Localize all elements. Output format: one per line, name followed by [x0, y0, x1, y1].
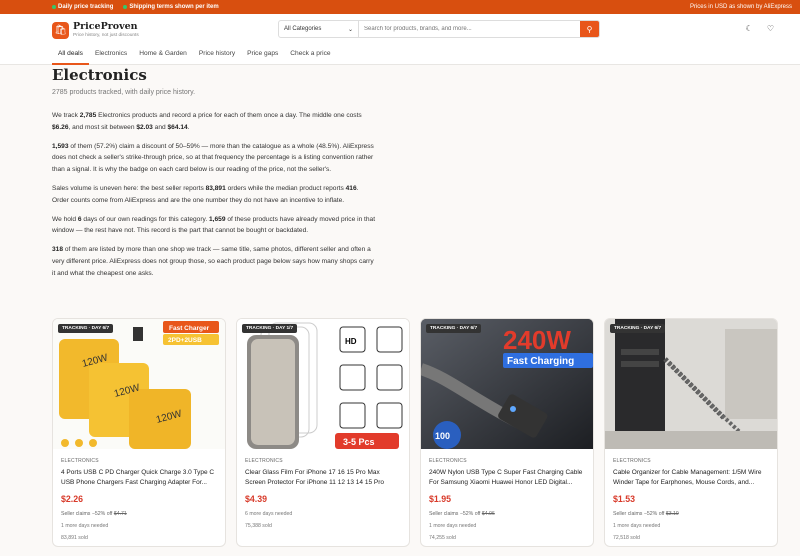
search-button[interactable]: ⚲ [580, 21, 599, 37]
search-bar: All Categories⌄ ⚲ [278, 20, 600, 38]
seller-claim: Seller claims −52% off $4.06 [429, 511, 495, 517]
main-nav: All deals Electronics Home & Garden Pric… [0, 46, 800, 65]
page-title: Electronics [52, 66, 147, 84]
category-summary: We track 2,785 Electronics products and … [52, 110, 377, 280]
svg-text:2PD+2USB: 2PD+2USB [168, 337, 202, 344]
heart-icon[interactable]: ♡ [767, 24, 774, 33]
summary-paragraph: 318 of them are listed by more than one … [52, 246, 374, 277]
product-card[interactable]: 240W Fast Charging 100 TRACKING · DAY 6/… [420, 318, 594, 547]
tracking-badge: TRACKING · DAY 6/7 [58, 324, 114, 333]
svg-text:100: 100 [435, 431, 450, 441]
nav-all-deals[interactable]: All deals [52, 46, 89, 65]
dark-mode-icon[interactable]: ☾ [746, 24, 753, 33]
product-grid: 120W 120W 120W Fast Charger 2PD+2USB TRA… [52, 318, 778, 547]
nav-home-garden[interactable]: Home & Garden [133, 46, 193, 65]
brand-name: PriceProven [73, 21, 138, 33]
shopping-bag-icon: 🛍 [52, 21, 69, 39]
product-title[interactable]: 4 Ports USB C PD Charger Quick Charge 3.… [61, 468, 217, 488]
topbar-currency-note: Prices in USD as shown by AliExpress [689, 4, 792, 10]
svg-text:Fast Charging: Fast Charging [507, 356, 574, 367]
summary-paragraph: We hold 6 days of our own readings for t… [52, 215, 376, 235]
product-title[interactable]: Cable Organizer for Cable Management: 1/… [613, 468, 769, 488]
product-card[interactable]: 120W 120W 120W Fast Charger 2PD+2USB TRA… [52, 318, 226, 547]
product-price: $1.95 [429, 494, 452, 504]
svg-text:HD: HD [345, 337, 357, 346]
category-select[interactable]: All Categories ⌄ [279, 21, 359, 37]
tracking-badge: TRACKING · DAY 1/7 [242, 324, 298, 333]
seller-claim: Seller claims −52% off $3.19 [613, 511, 679, 517]
svg-text:Fast Charger: Fast Charger [169, 325, 210, 332]
product-category: ELECTRONICS [61, 458, 99, 464]
nav-price-gaps[interactable]: Price gaps [241, 46, 284, 65]
product-card[interactable]: HD 3-5 Pcs TRACKING · DAY 1/7 ELECTRONIC… [236, 318, 410, 547]
product-category: ELECTRONICS [245, 458, 283, 464]
product-card[interactable]: TRACKING · DAY 6/7 ELECTRONICS Cable Org… [604, 318, 778, 547]
chevron-down-icon: ⌄ [347, 26, 353, 33]
product-price: $1.53 [613, 494, 636, 504]
product-image: 240W Fast Charging 100 TRACKING · DAY 6/… [421, 319, 593, 449]
topbar-item-tracking: Daily price tracking [52, 4, 113, 10]
topbar-item-shipping: Shipping terms shown per item [123, 4, 219, 10]
brand-tagline: Price history, not just discounts [73, 32, 139, 38]
sold-count: 72,518 sold [613, 535, 640, 541]
tracking-badge: TRACKING · DAY 6/7 [610, 324, 666, 333]
summary-paragraph: Sales volume is uneven here: the best se… [52, 184, 359, 204]
announcement-bar: Daily price tracking Shipping terms show… [0, 0, 800, 14]
summary-paragraph: We track 2,785 Electronics products and … [52, 112, 362, 131]
days-needed: 6 more days needed [245, 511, 293, 517]
product-price: $2.26 [61, 494, 84, 504]
sold-count: 75,388 sold [245, 523, 272, 529]
green-dot-icon [52, 5, 56, 9]
sold-count: 74,255 sold [429, 535, 456, 541]
product-category: ELECTRONICS [429, 458, 467, 464]
product-title[interactable]: Clear Glass Film For iPhone 17 16 15 Pro… [245, 468, 401, 488]
product-title[interactable]: 240W Nylon USB Type C Super Fast Chargin… [429, 468, 585, 488]
nav-electronics[interactable]: Electronics [89, 46, 133, 65]
product-category: ELECTRONICS [613, 458, 651, 464]
green-dot-icon [123, 5, 128, 9]
nav-check-price[interactable]: Check a price [284, 46, 336, 65]
summary-paragraph: 1,593 of them (57.2%) claim a discount o… [52, 142, 374, 174]
search-input[interactable] [359, 21, 580, 37]
nav-price-history[interactable]: Price history [193, 46, 241, 65]
sold-count: 83,891 sold [61, 535, 88, 541]
product-price: $4.39 [245, 494, 268, 504]
svg-text:240W: 240W [503, 325, 571, 355]
product-image: TRACKING · DAY 6/7 [605, 319, 777, 449]
tracking-badge: TRACKING · DAY 6/7 [426, 324, 482, 333]
days-needed: 1 more days needed [613, 523, 661, 529]
svg-text:3-5 Pcs: 3-5 Pcs [343, 437, 375, 447]
site-header: 🛍 PriceProven Price history, not just di… [0, 14, 800, 46]
page-subtitle: 2785 products tracked, with daily price … [52, 89, 196, 96]
seller-claim: Seller claims −52% off $4.71 [61, 511, 127, 517]
product-image: HD 3-5 Pcs TRACKING · DAY 1/7 [237, 319, 409, 449]
days-needed: 1 more days needed [429, 523, 477, 529]
search-icon: ⚲ [586, 24, 593, 34]
logo[interactable]: 🛍 PriceProven Price history, not just di… [52, 21, 139, 39]
product-image: 120W 120W 120W Fast Charger 2PD+2USB TRA… [53, 319, 225, 449]
days-needed: 1 more days needed [61, 523, 109, 529]
